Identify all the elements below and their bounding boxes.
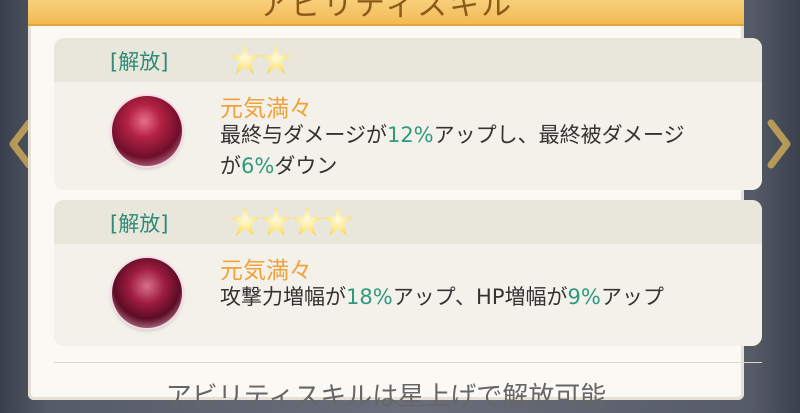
desc-line: が6%ダウン: [220, 151, 685, 182]
star-icon: [292, 206, 322, 236]
skill-description: 最終与ダメージが12%アップし、最終被ダメージ が6%ダウン: [220, 120, 685, 182]
skill-emblem-icon: [112, 258, 182, 328]
desc-value: 18%: [346, 285, 393, 309]
footer-divider: [54, 362, 762, 363]
skill-name: 元気満々: [220, 258, 312, 284]
desc-value: 6%: [241, 154, 275, 178]
unlock-status: [解放]: [110, 50, 169, 74]
skill-emblem-icon: [112, 96, 182, 166]
desc-text: アップ: [600, 285, 664, 309]
desc-text: アップ、HP増幅が: [392, 285, 568, 309]
unlock-status: [解放]: [110, 212, 169, 236]
skill-card-2: [解放] 元気満々 攻撃力増幅が18%アップ、HP増幅が9%アップ: [54, 200, 762, 346]
chevron-right-icon: [767, 119, 791, 169]
desc-value: 9%: [567, 285, 601, 309]
star-icon: [261, 206, 291, 236]
star-icon: [261, 44, 291, 74]
skill-description: 攻撃力増幅が18%アップ、HP増幅が9%アップ: [220, 282, 664, 313]
desc-text: が: [220, 154, 241, 178]
desc-line: 攻撃力増幅が18%アップ、HP増幅が9%アップ: [220, 282, 664, 313]
next-arrow-button[interactable]: [760, 112, 800, 176]
ability-skill-panel: アビリティスキル [解放] 元気満々 最終与ダメージが12%アップし、最終被ダメ…: [28, 0, 762, 412]
desc-text: アップし、最終被ダメージ: [433, 123, 685, 147]
skill-card-1: [解放] 元気満々 最終与ダメージが12%アップし、最終被ダメージ が6%ダウン: [54, 38, 762, 190]
desc-text: 攻撃力増幅が: [220, 285, 346, 309]
star-icon: [230, 44, 260, 74]
desc-line: 最終与ダメージが12%アップし、最終被ダメージ: [220, 120, 685, 151]
star-rating: [230, 206, 353, 236]
star-rating: [230, 44, 291, 74]
panel-title: アビリティスキル: [258, 0, 514, 23]
footer-hint: アビリティスキルは星上げで解放可能: [165, 382, 607, 412]
desc-text: ダウン: [274, 154, 338, 178]
panel-header: アビリティスキル: [28, 0, 744, 26]
desc-value: 12%: [386, 123, 434, 147]
star-icon: [230, 206, 260, 236]
star-icon: [323, 206, 353, 236]
skill-name: 元気満々: [220, 96, 312, 122]
desc-text: 最終与ダメージが: [220, 123, 387, 147]
